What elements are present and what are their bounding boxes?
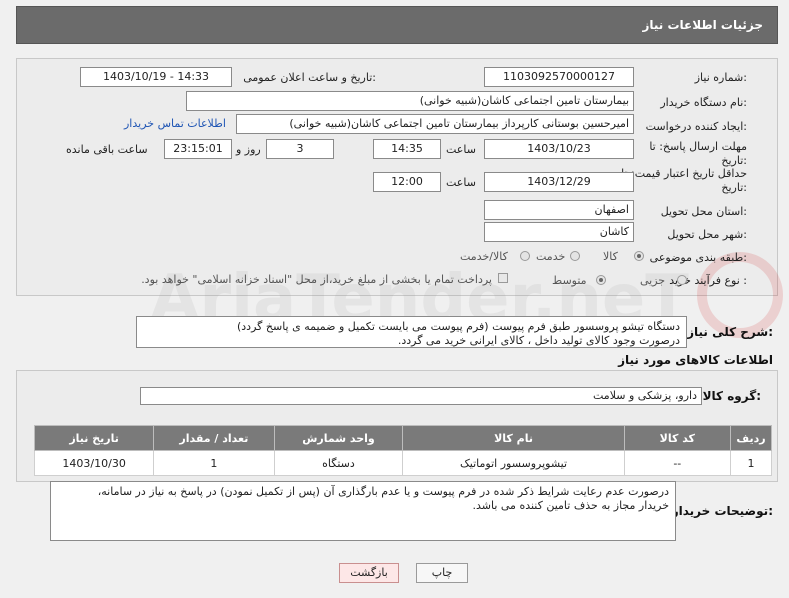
treasury-note: پرداخت تمام یا بخشی از مبلغ خرید،از محل … <box>141 273 492 286</box>
validity-time-word: ساعت <box>446 176 476 189</box>
province-label: استان محل تحویل: <box>660 205 747 218</box>
send-deadline-label-2: تاریخ: <box>721 154 747 167</box>
buyer-notes-textarea: درصورت عدم رعایت شرایط ذکر شده در فرم پی… <box>50 481 676 541</box>
cell-code: -- <box>623 450 731 476</box>
category-label: طبقه بندی موضوعی: <box>649 251 747 264</box>
announce-datetime-label: تاریخ و ساعت اعلان عمومی: <box>243 71 376 84</box>
validity-time-field: 12:00 <box>373 172 441 192</box>
category-both-radio[interactable] <box>520 251 530 261</box>
page-title: جزئیات اطلاعات نیاز <box>642 18 763 32</box>
purchase-minor-label: جزیی <box>640 274 666 287</box>
general-desc-textarea: دستگاه تیشو پروسسور طبق فرم پیوست (فرم پ… <box>136 316 687 348</box>
purchase-medium-radio[interactable] <box>596 275 606 285</box>
buyer-notes-label: توضیحات خریدار: <box>671 504 773 518</box>
category-goods-radio[interactable] <box>634 251 644 261</box>
category-service-radio[interactable] <box>570 251 580 261</box>
cell-row: 1 <box>729 450 773 476</box>
purchase-medium-label: متوسط <box>552 274 587 287</box>
days-and-label: روز و <box>236 143 261 156</box>
validity-date-field: 1403/12/29 <box>484 172 634 192</box>
announce-datetime-field: 1403/10/19 - 14:33 <box>80 67 232 87</box>
send-time-word: ساعت <box>446 143 476 156</box>
hours-remaining-label: ساعت باقی مانده <box>66 143 148 156</box>
cell-unit: دستگاه <box>273 450 404 476</box>
back-button[interactable]: بازگشت <box>339 563 399 583</box>
buyer-org-field: بیمارستان تامین اجتماعی کاشان(شبیه خوانی… <box>186 91 634 111</box>
cell-qty: 1 <box>153 450 275 476</box>
cell-date: 1403/10/30 <box>33 450 155 476</box>
category-service-label: خدمت <box>536 250 566 263</box>
buyer-notes-line-2: خریدار مجاز به حذف تامین کننده می باشد. <box>472 499 669 512</box>
goods-group-label: گروه کالا: <box>702 389 761 403</box>
need-number-field: 1103092570000127 <box>484 67 634 87</box>
need-number-label: شماره نیاز: <box>694 71 747 84</box>
creator-label: ایجاد کننده درخواست: <box>645 120 747 133</box>
treasury-checkbox[interactable] <box>498 273 508 283</box>
col-name: نام کالا <box>402 425 625 451</box>
items-table: ردیف کد کالا نام کالا واحد شمارش تعداد /… <box>33 425 773 476</box>
general-desc-line-1: دستگاه تیشو پروسسور طبق فرم پیوست (فرم پ… <box>236 320 680 333</box>
general-desc-label: شرح کلی نیاز: <box>687 325 773 339</box>
table-row: 1 -- تیشوپروسسور اتوماتیک دستگاه 1 1403/… <box>33 450 773 476</box>
col-qty: تعداد / مقدار <box>153 425 275 451</box>
province-field: اصفهان <box>484 200 634 220</box>
send-deadline-label: مهلت ارسال پاسخ: تا <box>649 140 747 153</box>
goods-info-title: اطلاعات کالاهای مورد نیاز <box>618 353 773 367</box>
price-validity-label-2: تاریخ: <box>721 181 747 194</box>
print-button[interactable]: چاپ <box>416 563 468 583</box>
category-both-label: کالا/خدمت <box>460 250 508 263</box>
buyer-contact-link[interactable]: اطلاعات تماس خریدار <box>124 117 226 130</box>
remaining-time-field: 23:15:01 <box>164 139 232 159</box>
col-row: ردیف <box>729 425 773 451</box>
general-desc-line-2: درصورت وجود کالای تولید داخل ، کالای ایر… <box>397 334 680 347</box>
city-field: کاشان <box>484 222 634 242</box>
days-field: 3 <box>266 139 334 159</box>
buyer-notes-line-1: درصورت عدم رعایت شرایط ذکر شده در فرم پی… <box>97 485 669 498</box>
page-header: جزئیات اطلاعات نیاز <box>16 6 778 44</box>
col-code: کد کالا <box>623 425 731 451</box>
purchase-minor-radio[interactable] <box>677 275 687 285</box>
buyer-org-label: نام دستگاه خریدار: <box>660 96 747 109</box>
creator-field: امیرحسین بوستانی کارپرداز بیمارستان تامی… <box>236 114 634 134</box>
send-date-field: 1403/10/23 <box>484 139 634 159</box>
goods-group-field: دارو، پزشکی و سلامت <box>140 387 702 405</box>
price-validity-label: حداقل تاریخ اعتبار قیمت: تا <box>621 167 747 180</box>
category-goods-label: کالا <box>603 250 618 263</box>
col-date: تاریخ نیاز <box>33 425 155 451</box>
col-unit: واحد شمارش <box>273 425 404 451</box>
cell-name: تیشوپروسسور اتوماتیک <box>402 450 625 476</box>
city-label: شهر محل تحویل: <box>667 228 747 241</box>
send-time-field: 14:35 <box>373 139 441 159</box>
